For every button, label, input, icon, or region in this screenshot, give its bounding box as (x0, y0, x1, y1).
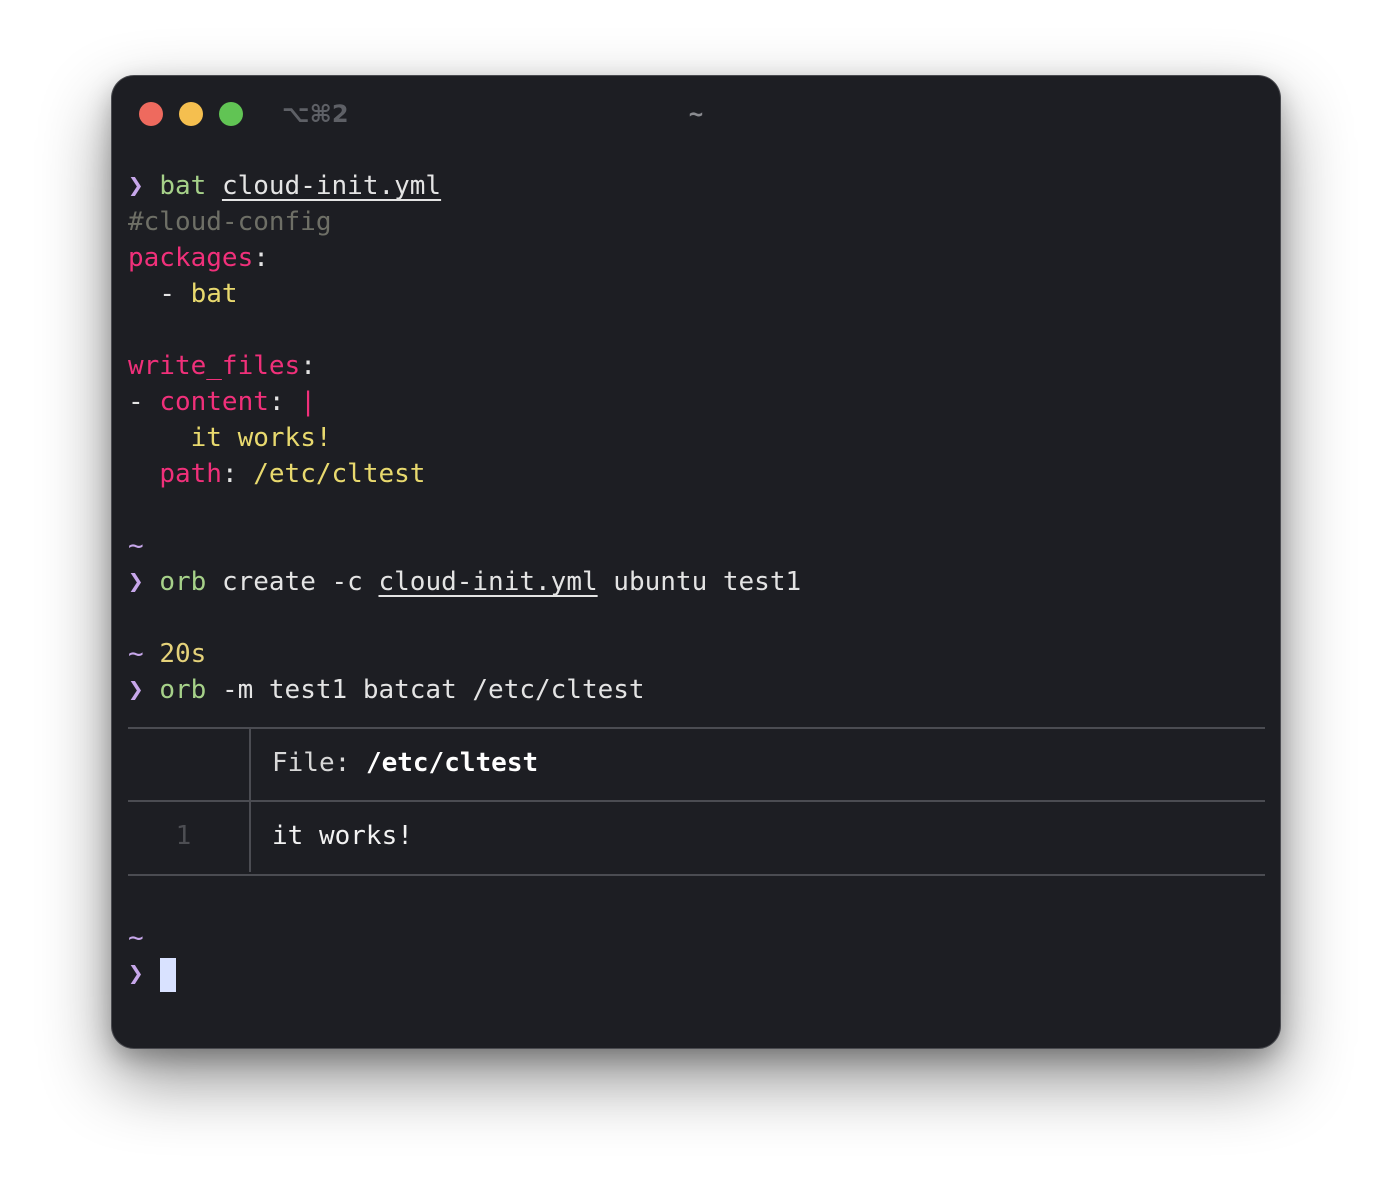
command-args: ubuntu test1 (613, 567, 802, 597)
prompt-cwd-line: ~ (128, 528, 801, 564)
input-line[interactable]: ❯ (128, 956, 176, 992)
yaml-line: write_files: (128, 348, 801, 384)
text-cursor[interactable] (159, 957, 176, 992)
yaml-value: bat (190, 279, 238, 309)
command-file-arg: cloud-init.yml (378, 567, 598, 597)
command-line-orb-create: ❯ orb create -c cloud-init.yml ubuntu te… (128, 564, 801, 600)
final-prompt-block: ~ ❯ (128, 920, 176, 992)
yaml-key: write_files (128, 351, 301, 381)
prompt-cwd-line: ~ (128, 920, 176, 956)
bat-file-header: File: /etc/cltest (272, 745, 538, 781)
yaml-value: it works! (190, 423, 332, 453)
bat-output-box: File: /etc/cltest 1 it works! (128, 727, 1265, 876)
yaml-key: packages (128, 243, 254, 273)
bat-file-path: /etc/cltest (365, 748, 539, 778)
yaml-pipe: | (300, 387, 316, 417)
command-args: create -c (221, 567, 363, 597)
bat-gutter-divider (249, 729, 251, 872)
yaml-value: /etc/cltest (253, 459, 426, 489)
yaml-line: #cloud-config (128, 204, 801, 240)
window-title: ~ (688, 100, 704, 128)
yaml-line: - bat (128, 276, 801, 312)
command-program: orb (159, 675, 207, 705)
bat-line-number: 1 (175, 821, 192, 851)
prompt-symbol: ❯ (128, 171, 144, 201)
command-program: bat (159, 171, 207, 201)
yaml-line: - content: | (128, 384, 801, 420)
prompt-symbol: ❯ (128, 567, 144, 597)
bat-line-content: it works! (272, 821, 413, 851)
prompt-symbol: ❯ (128, 959, 144, 989)
command-file-arg: cloud-init.yml (221, 171, 442, 201)
terminal-output[interactable]: ❯ bat cloud-init.yml #cloud-config packa… (128, 168, 801, 708)
prompt-cwd-line: ~ 20s (128, 636, 801, 672)
command-line-bat: ❯ bat cloud-init.yml (128, 168, 801, 204)
command-line-orb-batcat: ❯ orb -m test1 batcat /etc/cltest (128, 672, 801, 708)
prompt-cwd: ~ (128, 531, 144, 561)
yaml-colon: : (300, 351, 316, 381)
prompt-symbol: ❯ (128, 675, 144, 705)
yaml-line: path: /etc/cltest (128, 456, 801, 492)
yaml-line: it works! (128, 420, 801, 456)
yaml-dash: - (128, 387, 144, 417)
prompt-cwd: ~ (128, 923, 144, 953)
yaml-comment: #cloud-config (128, 207, 332, 237)
command-args: -m test1 batcat /etc/cltest (221, 675, 645, 705)
title-bar: ⌥⌘2 ~ (112, 76, 1280, 152)
bat-file-label: File: (272, 748, 351, 778)
yaml-dash: - (159, 279, 175, 309)
yaml-key: path (159, 459, 222, 489)
yaml-line: packages: (128, 240, 801, 276)
yaml-key: content (159, 387, 269, 417)
command-program: orb (159, 567, 207, 597)
bat-header-divider (128, 800, 1265, 802)
yaml-colon: : (253, 243, 269, 273)
command-duration: 20s (159, 639, 207, 669)
terminal-window: ⌥⌘2 ~ ❯ bat cloud-init.yml #cloud-config… (112, 76, 1280, 1048)
yaml-colon: : (268, 387, 285, 417)
prompt-cwd: ~ (128, 639, 144, 669)
yaml-colon: : (221, 459, 238, 489)
